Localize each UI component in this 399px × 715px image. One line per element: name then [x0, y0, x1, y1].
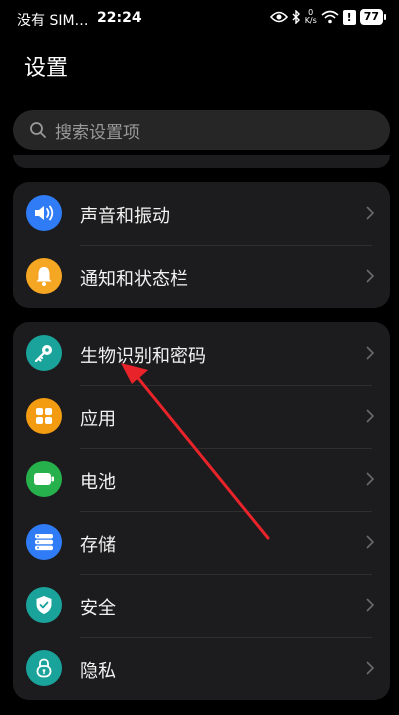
settings-group-system: 生物识别和密码 应用 电池 存储 安全 隐私 — [13, 322, 390, 700]
settings-item-biometrics[interactable]: 生物识别和密码 — [13, 322, 390, 385]
settings-item-label: 电池 — [80, 472, 116, 493]
chevron-right-icon — [366, 269, 374, 283]
settings-item-label: 隐私 — [80, 661, 116, 682]
status-icons: 0 K/s ! 77 — [269, 8, 387, 25]
status-bar: 没有 SIM… 22:24 0 K/s ! 77 — [0, 0, 399, 38]
settings-item-label: 存储 — [80, 535, 116, 556]
shield-icon — [26, 587, 62, 623]
settings-item-sound[interactable]: 声音和振动 — [13, 182, 390, 245]
bluetooth-icon — [292, 10, 300, 24]
scrolled-card-edge — [13, 155, 390, 168]
network-speed: 0 K/s — [304, 8, 317, 25]
search-placeholder: 搜索设置项 — [55, 122, 140, 143]
battery-icon — [26, 461, 62, 497]
settings-group-sound-notify: 声音和振动 通知和状态栏 — [13, 182, 390, 308]
chevron-right-icon — [366, 346, 374, 360]
chevron-right-icon — [366, 535, 374, 549]
settings-item-storage[interactable]: 存储 — [13, 511, 390, 574]
chevron-right-icon — [366, 598, 374, 612]
lock-icon — [26, 650, 62, 686]
warning-badge: ! — [342, 9, 356, 25]
settings-item-label: 通知和状态栏 — [80, 269, 188, 290]
speaker-icon — [26, 195, 62, 231]
chevron-right-icon — [366, 472, 374, 486]
chevron-right-icon — [366, 661, 374, 675]
storage-icon — [26, 524, 62, 560]
clock: 22:24 — [97, 10, 142, 26]
bell-icon — [26, 258, 62, 294]
wifi-icon — [321, 10, 339, 24]
settings-item-notifications[interactable]: 通知和状态栏 — [13, 245, 390, 308]
chevron-right-icon — [366, 206, 374, 220]
chevron-right-icon — [366, 409, 374, 423]
settings-item-label: 生物识别和密码 — [80, 346, 206, 367]
settings-item-apps[interactable]: 应用 — [13, 385, 390, 448]
battery-indicator: 77 — [359, 9, 387, 25]
eye-icon — [269, 11, 288, 23]
settings-item-label: 声音和振动 — [80, 206, 170, 227]
search-input[interactable]: 搜索设置项 — [13, 110, 390, 150]
search-icon — [30, 122, 46, 138]
settings-item-battery[interactable]: 电池 — [13, 448, 390, 511]
settings-item-security[interactable]: 安全 — [13, 574, 390, 637]
settings-item-label: 安全 — [80, 598, 116, 619]
carrier-text: 没有 SIM… — [17, 13, 89, 29]
settings-item-privacy[interactable]: 隐私 — [13, 637, 390, 700]
apps-grid-icon — [26, 398, 62, 434]
page-title: 设置 — [24, 56, 69, 81]
settings-item-label: 应用 — [80, 409, 116, 430]
key-icon — [26, 335, 62, 371]
